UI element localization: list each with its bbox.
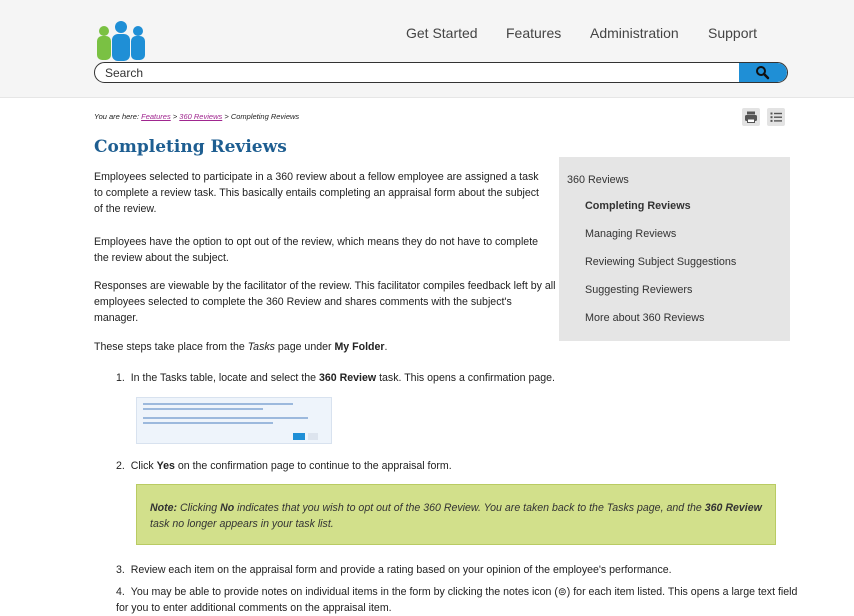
nav-features[interactable]: Features [506,25,561,41]
step-text: Click [130,460,157,472]
sidebar-item-managing-reviews[interactable]: Managing Reviews [585,228,676,240]
note-label: Note: [150,502,178,514]
related-topics-sidebar: 360 Reviews Completing Reviews Managing … [559,157,790,341]
note-box: Note: Clicking No indicates that you wis… [136,484,776,545]
print-button[interactable] [742,108,760,126]
site-header: Get Started Features Administration Supp… [0,0,854,98]
confirmation-screenshot-thumbnail [136,397,332,444]
sidebar-item-more-about-360-reviews[interactable]: More about 360 Reviews [585,312,704,324]
search-input[interactable] [105,64,725,81]
step-text: on the confirmation page to continue to … [174,460,452,472]
step-bold-text: Yes [156,460,175,472]
toc-button[interactable] [767,108,785,126]
step-3: 3. Review each item on the appraisal for… [116,562,796,578]
note-bold-text: No [220,502,235,514]
step-number: 1. [116,372,125,384]
step-number: 4. [116,586,125,598]
step-2: 2. Click Yes on the confirmation page to… [116,458,756,474]
step-number: 3. [116,564,125,576]
step-1: 1. In the Tasks table, locate and select… [116,370,756,386]
steps-intro-text: page under [274,341,335,353]
sidebar-item-reviewing-subject-suggestions[interactable]: Reviewing Subject Suggestions [585,256,736,268]
facilitator-paragraph: Responses are viewable by the facilitato… [94,280,556,324]
opt-out-paragraph: Employees have the option to opt out of … [94,236,539,264]
steps-intro-text: These steps take place from the [94,341,248,353]
step-text: Review each item on the appraisal form a… [130,564,672,576]
nav-support[interactable]: Support [708,25,757,41]
breadcrumb-separator: > [170,112,180,121]
nav-get-started[interactable]: Get Started [406,25,478,41]
note-bold-text: 360 Review [704,502,762,514]
steps-intro-text: . [384,341,388,353]
step-4: 4. You may be able to provide notes on i… [116,584,806,616]
steps-intro: These steps take place from the Tasks pa… [94,339,654,355]
list-icon [770,112,782,122]
breadcrumb: You are here: Features > 360 Reviews > C… [94,112,299,121]
nav-administration[interactable]: Administration [590,25,679,41]
intro-paragraph: Employees selected to participate in a 3… [94,171,539,215]
tasks-page-name: Tasks [247,341,275,353]
sidebar-item-completing-reviews[interactable]: Completing Reviews [585,200,691,212]
my-folder-label: My Folder [334,341,385,353]
search-icon [756,66,770,80]
print-icon [745,111,757,123]
sidebar-item-360-reviews[interactable]: 360 Reviews [567,174,629,186]
note-text-part: Clicking [177,502,221,514]
step-text: You may be able to provide notes on indi… [130,586,558,598]
breadcrumb-link-features[interactable]: Features [141,112,171,121]
breadcrumb-separator: > [222,112,231,121]
step-text: task. This opens a confirmation page. [376,372,555,384]
note-text-part: task no longer appears in your task list… [150,518,334,530]
breadcrumb-prefix: You are here: [94,112,142,121]
search-bar [94,62,788,83]
search-button[interactable] [739,63,787,82]
step-number: 2. [116,460,125,472]
notes-icon: ⊜ [557,586,567,598]
breadcrumb-link-360-reviews[interactable]: 360 Reviews [179,112,222,121]
breadcrumb-current: Completing Reviews [230,112,300,121]
step-bold-text: 360 Review [319,372,377,384]
sidebar-item-suggesting-reviewers[interactable]: Suggesting Reviewers [585,284,692,296]
page-title: Completing Reviews [94,137,287,157]
note-text: Note: Clicking No indicates that you wis… [150,500,762,532]
step-text: In the Tasks table, locate and select th… [130,372,319,384]
people-logo-icon[interactable] [93,19,149,61]
note-text-part: indicates that you wish to opt out of th… [234,502,705,514]
